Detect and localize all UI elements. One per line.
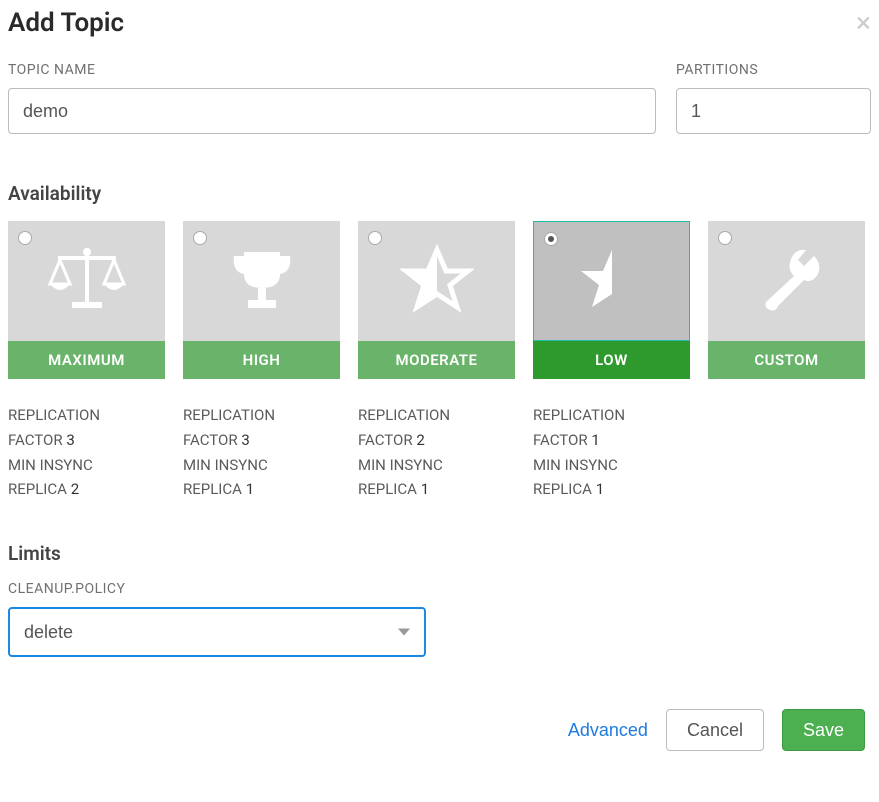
partitions-label: PARTITIONS	[676, 62, 871, 78]
topic-name-label: TOPIC NAME	[8, 62, 656, 78]
close-icon[interactable]: ×	[856, 9, 871, 37]
save-button[interactable]: Save	[782, 709, 865, 751]
partitions-input[interactable]	[676, 88, 871, 134]
advanced-link[interactable]: Advanced	[568, 720, 648, 741]
radio-icon	[18, 231, 32, 245]
limits-heading: Limits	[8, 542, 871, 565]
availability-details: REPLICATION FACTOR 3 MIN INSYNC REPLICA …	[8, 403, 165, 502]
availability-label: LOW	[533, 341, 690, 379]
radio-icon	[368, 231, 382, 245]
availability-label: MAXIMUM	[8, 341, 165, 379]
balance-scale-icon	[42, 244, 132, 318]
topic-name-input[interactable]	[8, 88, 656, 134]
availability-label: HIGH	[183, 341, 340, 379]
availability-label: CUSTOM	[708, 341, 865, 379]
availability-details: REPLICATION FACTOR 3 MIN INSYNC REPLICA …	[183, 403, 340, 502]
star-half-icon	[575, 244, 649, 318]
radio-icon	[544, 232, 558, 246]
availability-option-moderate[interactable]: MODERATE REPLICATION FACTOR 2 MIN INSYNC…	[358, 221, 515, 502]
availability-option-maximum[interactable]: MAXIMUM REPLICATION FACTOR 3 MIN INSYNC …	[8, 221, 165, 502]
availability-option-high[interactable]: HIGH REPLICATION FACTOR 3 MIN INSYNC REP…	[183, 221, 340, 502]
availability-details: REPLICATION FACTOR 1 MIN INSYNC REPLICA …	[533, 403, 690, 502]
availability-option-custom[interactable]: CUSTOM	[708, 221, 865, 502]
star-half-outline-icon	[400, 244, 474, 318]
cancel-button[interactable]: Cancel	[666, 709, 764, 751]
availability-details: REPLICATION FACTOR 2 MIN INSYNC REPLICA …	[358, 403, 515, 502]
availability-option-low[interactable]: LOW REPLICATION FACTOR 1 MIN INSYNC REPL…	[533, 221, 690, 502]
radio-icon	[718, 231, 732, 245]
availability-label: MODERATE	[358, 341, 515, 379]
availability-heading: Availability	[8, 182, 871, 205]
cleanup-policy-label: CLEANUP.POLICY	[8, 581, 871, 597]
wrench-icon	[750, 244, 824, 318]
dialog-title: Add Topic	[8, 8, 124, 38]
trophy-icon	[222, 244, 302, 318]
radio-icon	[193, 231, 207, 245]
cleanup-policy-select[interactable]: delete	[8, 607, 426, 657]
